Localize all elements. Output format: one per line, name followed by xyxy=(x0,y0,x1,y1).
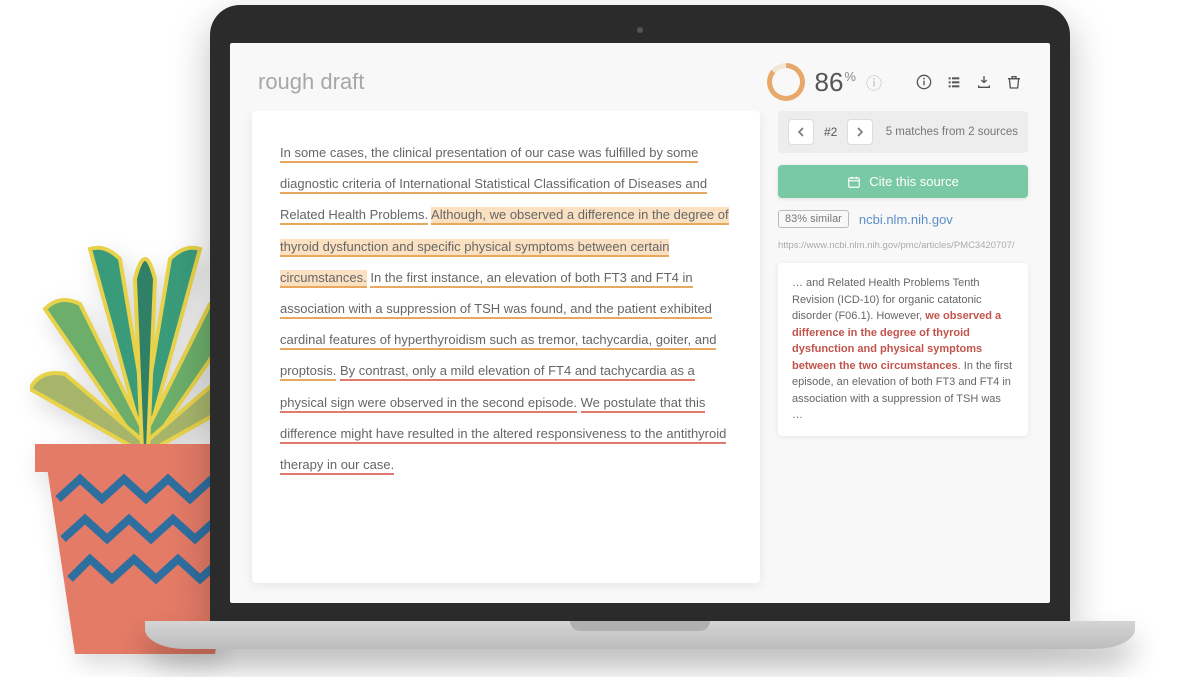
source-domain-link[interactable]: ncbi.nlm.nih.gov xyxy=(859,212,953,227)
source-url: https://www.ncbi.nlm.nih.gov/pmc/article… xyxy=(778,240,1028,251)
citation-icon xyxy=(847,175,861,189)
match-summary: 5 matches from 2 sources xyxy=(886,126,1018,138)
cite-source-button[interactable]: Cite this source xyxy=(778,165,1028,198)
essay-content[interactable]: In some cases, the clinical presentation… xyxy=(252,111,760,583)
match-index: #2 xyxy=(822,125,839,139)
prev-match-button[interactable] xyxy=(788,119,814,145)
download-icon[interactable] xyxy=(976,74,992,90)
similarity-score: 86% xyxy=(815,67,856,98)
trash-icon[interactable] xyxy=(1006,74,1022,90)
laptop-frame: rough draft 86% ⓘ In some case xyxy=(210,5,1070,649)
app-screen: rough draft 86% ⓘ In some case xyxy=(230,43,1050,603)
list-icon[interactable] xyxy=(946,74,962,90)
match-navigator: #2 5 matches from 2 sources xyxy=(778,111,1028,153)
info-icon[interactable]: ⓘ xyxy=(866,70,882,94)
score-ring-icon xyxy=(767,63,805,101)
info-icon[interactable] xyxy=(916,74,932,90)
next-match-button[interactable] xyxy=(847,119,873,145)
sidebar: #2 5 matches from 2 sources Cite this so… xyxy=(778,111,1028,583)
similarity-badge: 83% similar xyxy=(778,210,849,228)
source-excerpt: … and Related Health Problems Tenth Revi… xyxy=(778,263,1028,436)
document-title: rough draft xyxy=(258,69,364,95)
